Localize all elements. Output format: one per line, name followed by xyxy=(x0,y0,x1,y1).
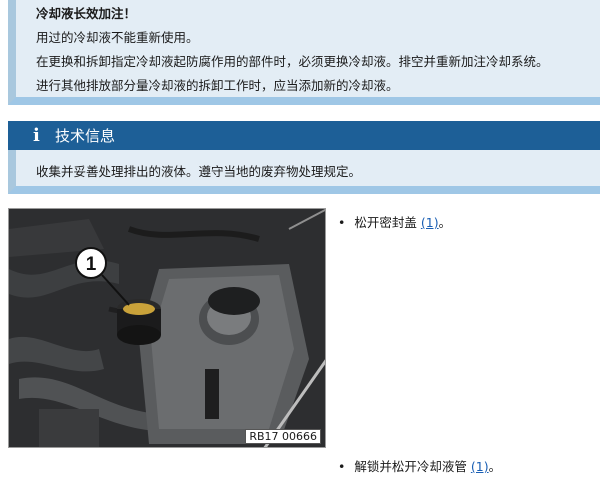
info-icon: i xyxy=(33,125,40,146)
step-ref-link[interactable]: (1) xyxy=(471,459,489,474)
warning-line-3: 进行其他排放部分量冷却液的拆卸工作时，应当添加新的冷却液。 xyxy=(36,78,399,93)
warning-box: 冷却液长效加注！ 用过的冷却液不能重新使用。 在更换和拆卸指定冷却液起防腐作用的… xyxy=(8,0,600,105)
technical-info-title: 技术信息 xyxy=(55,127,116,145)
engine-bay-photo: 1 RB17 00666 xyxy=(8,208,326,448)
engine-bay-illustration xyxy=(9,209,325,447)
step-end: 。 xyxy=(438,215,452,230)
warning-line-1: 用过的冷却液不能重新使用。 xyxy=(36,30,199,45)
step-text: 松开密封盖 xyxy=(354,215,417,230)
bullet: • xyxy=(338,215,346,230)
step-text: 解锁并松开冷却液管 xyxy=(354,459,467,474)
technical-info-text: 收集并妥善处理排出的液体。遵守当地的废弃物处理规定。 xyxy=(36,164,362,179)
step-ref-link[interactable]: (1) xyxy=(421,215,439,230)
technical-info-box: 收集并妥善处理排出的液体。遵守当地的废弃物处理规定。 xyxy=(8,150,600,194)
step-end: 。 xyxy=(488,459,502,474)
warning-title: 冷却液长效加注！ xyxy=(36,6,137,21)
technical-info-header: i 技术信息 xyxy=(8,121,600,150)
step-item: • 解锁并松开冷却液管 (1)。 xyxy=(338,456,501,475)
bullet: • xyxy=(338,459,346,474)
warning-line-2: 在更换和拆卸指定冷却液起防腐作用的部件时，必须更换冷却液。排空并重新加注冷却系统… xyxy=(36,54,549,69)
figure-code: RB17 00666 xyxy=(245,429,321,444)
step-item: • 松开密封盖 (1)。 xyxy=(338,212,451,231)
